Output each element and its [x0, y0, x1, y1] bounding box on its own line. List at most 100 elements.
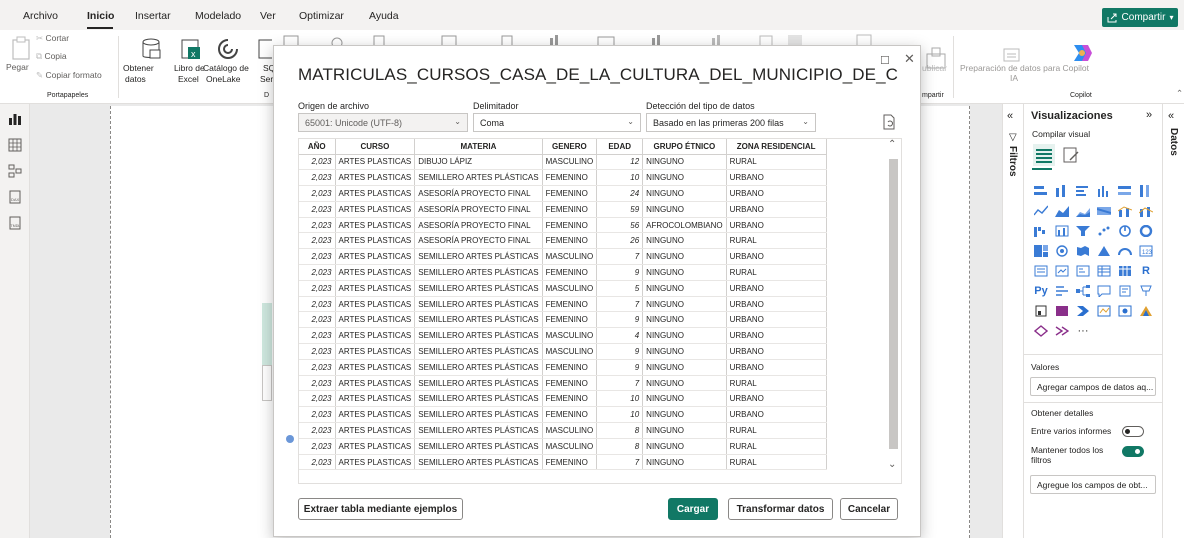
format-visual-tab-icon[interactable]	[1062, 146, 1080, 164]
column-header[interactable]: AÑO	[299, 139, 336, 155]
more-visuals-icon[interactable]: ···	[1074, 322, 1092, 340]
power-apps-icon[interactable]	[1053, 302, 1071, 320]
values-drop-zone[interactable]: Agregar campos de datos aq...	[1030, 377, 1156, 396]
scatter-chart-icon[interactable]	[1095, 222, 1113, 240]
onelake-label-2[interactable]: OneLake	[206, 74, 241, 85]
onelake-icon[interactable]	[217, 38, 239, 60]
column-chart-alt-icon[interactable]	[1053, 222, 1071, 240]
donut-chart-icon[interactable]	[1137, 222, 1155, 240]
origin-select[interactable]: 65001: Unicode (UTF-8) ⌄	[298, 113, 468, 132]
waterfall-chart-icon[interactable]	[1032, 222, 1050, 240]
qna-icon[interactable]	[1095, 282, 1113, 300]
decomposition-tree-icon[interactable]	[1074, 282, 1092, 300]
ribbon-chart-icon[interactable]	[1095, 202, 1113, 220]
keep-filters-toggle[interactable]	[1122, 446, 1144, 457]
scrollbar-thumb[interactable]	[889, 159, 898, 449]
menu-archivo[interactable]: Archivo	[23, 10, 58, 22]
menu-inicio[interactable]: Inicio	[87, 10, 114, 22]
close-icon[interactable]: ✕	[904, 51, 915, 67]
copilot-icon[interactable]	[1070, 42, 1094, 64]
menu-modelado[interactable]: Modelado	[195, 10, 241, 22]
collapse-ribbon-icon[interactable]: ⌃	[1176, 88, 1183, 99]
custom-visual-3-icon[interactable]	[1137, 302, 1155, 320]
clustered-column-chart-icon[interactable]	[1095, 182, 1113, 200]
stacked-bar-100-icon[interactable]	[1116, 182, 1134, 200]
extract-table-button[interactable]: Extraer tabla mediante ejemplos	[298, 498, 463, 520]
data-prep-icon[interactable]	[1003, 46, 1021, 64]
expand-data-icon[interactable]: «	[1168, 110, 1174, 122]
onelake-label[interactable]: Catálogo de	[203, 63, 249, 74]
clustered-bar-chart-icon[interactable]	[1074, 182, 1092, 200]
r-visual-icon[interactable]: R	[1137, 262, 1155, 280]
cross-report-toggle[interactable]	[1122, 426, 1144, 437]
refresh-document-icon[interactable]	[882, 114, 896, 130]
delimiter-select[interactable]: Coma ⌄	[473, 113, 641, 132]
excel-icon[interactable]: x	[180, 38, 202, 60]
model-view-icon[interactable]	[8, 164, 22, 178]
azure-map-icon[interactable]	[1095, 242, 1113, 260]
custom-visual-2-icon[interactable]	[1116, 302, 1134, 320]
preview-table-container[interactable]: AÑO CURSO MATERIA GENERO EDAD GRUPO ÉTNICO ZON…	[298, 138, 902, 484]
expand-filters-icon[interactable]: «	[1007, 110, 1013, 122]
funnel-chart-icon[interactable]	[1074, 222, 1092, 240]
smart-narrative-icon[interactable]	[1116, 282, 1134, 300]
share-button[interactable]: Compartir ▾	[1102, 8, 1178, 27]
paste-label[interactable]: Pegar	[6, 62, 29, 73]
custom-visual-5-icon[interactable]	[1053, 322, 1071, 340]
filters-pane[interactable]: « ▽ Filtros	[1002, 104, 1023, 538]
line-stacked-column-icon[interactable]	[1137, 202, 1155, 220]
goals-icon[interactable]	[1137, 282, 1155, 300]
line-chart-icon[interactable]	[1032, 202, 1050, 220]
stacked-column-chart-icon[interactable]	[1053, 182, 1071, 200]
matrix-icon[interactable]	[1116, 262, 1134, 280]
data-pane[interactable]: « Datos	[1162, 104, 1184, 538]
column-header[interactable]: ZONA RESIDENCIAL	[726, 139, 827, 155]
custom-visual-1-icon[interactable]	[1095, 302, 1113, 320]
cut-button[interactable]: ✂ Cortar	[36, 33, 69, 44]
copy-button[interactable]: ⧉ Copia	[36, 51, 67, 62]
excel-label[interactable]: Libro de	[174, 63, 205, 74]
collapse-viz-icon[interactable]: »	[1146, 109, 1152, 121]
line-column-chart-icon[interactable]	[1116, 202, 1134, 220]
power-automate-icon[interactable]	[1074, 302, 1092, 320]
detection-select[interactable]: Basado en las primeras 200 filas ⌄	[646, 113, 816, 132]
map-icon[interactable]	[1053, 242, 1071, 260]
pie-chart-icon[interactable]	[1116, 222, 1134, 240]
column-header[interactable]: GENERO	[542, 139, 598, 155]
transform-data-button[interactable]: Transformar datos	[728, 498, 833, 520]
card-icon[interactable]: 123	[1137, 242, 1155, 260]
kpi-icon[interactable]	[1053, 262, 1071, 280]
format-painter-button[interactable]: ✎ Copiar formato	[36, 70, 102, 81]
data-prep-label[interactable]: Preparación de datos para Copilot	[960, 63, 1089, 74]
custom-visual-4-icon[interactable]	[1032, 322, 1050, 340]
dax-query-icon[interactable]: DAX	[8, 190, 22, 204]
sql-icon[interactable]	[258, 38, 272, 60]
scroll-up-icon[interactable]: ⌃	[888, 139, 896, 150]
scroll-down-icon[interactable]: ⌄	[888, 459, 896, 470]
python-visual-icon[interactable]: Py	[1032, 282, 1050, 300]
table-view-icon[interactable]	[8, 138, 22, 152]
cancel-button[interactable]: Cancelar	[840, 498, 898, 520]
multi-row-card-icon[interactable]	[1032, 262, 1050, 280]
slicer-icon[interactable]	[1074, 262, 1092, 280]
publish-label[interactable]: ublicar	[922, 63, 947, 74]
paste-icon[interactable]	[11, 36, 31, 60]
treemap-icon[interactable]	[1032, 242, 1050, 260]
filled-map-icon[interactable]	[1074, 242, 1092, 260]
stacked-area-chart-icon[interactable]	[1074, 202, 1092, 220]
area-chart-icon[interactable]	[1053, 202, 1071, 220]
load-button[interactable]: Cargar	[668, 498, 718, 520]
database-icon[interactable]	[140, 38, 162, 60]
build-visual-tab-icon[interactable]	[1033, 144, 1055, 166]
report-view-icon[interactable]	[8, 112, 22, 126]
gauge-icon[interactable]	[1116, 242, 1134, 260]
excel-label-2[interactable]: Excel	[178, 74, 199, 85]
key-influencers-icon[interactable]	[1053, 282, 1071, 300]
column-header[interactable]: CURSO	[335, 139, 416, 155]
stacked-bar-chart-icon[interactable]	[1032, 182, 1050, 200]
table-icon[interactable]	[1095, 262, 1113, 280]
column-header[interactable]: MATERIA	[414, 139, 543, 155]
column-header[interactable]: EDAD	[596, 139, 644, 155]
tmdl-view-icon[interactable]: TMDL	[8, 216, 22, 230]
stacked-column-100-icon[interactable]	[1137, 182, 1155, 200]
